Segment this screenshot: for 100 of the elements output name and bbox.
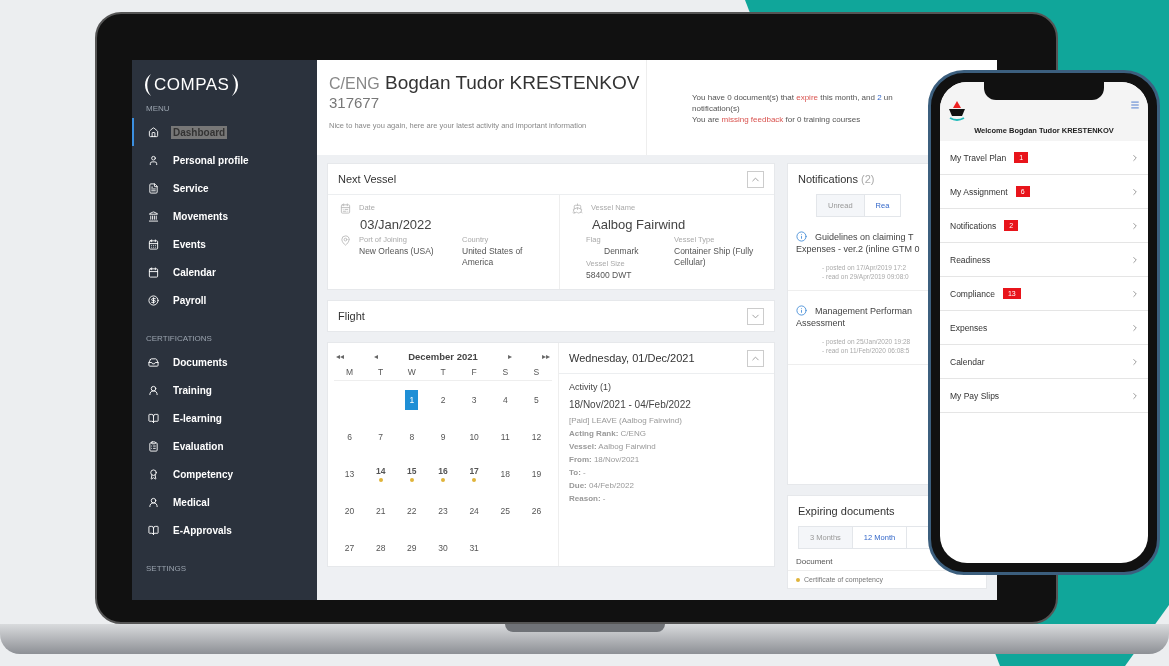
nav-item[interactable]: Evaluation	[132, 432, 317, 460]
nav-item[interactable]: Training	[132, 376, 317, 404]
nav-item[interactable]: Payroll	[132, 286, 317, 314]
award-icon	[148, 468, 159, 480]
calendar-day[interactable]: 24	[469, 505, 479, 516]
ship-icon	[572, 203, 583, 214]
activity-detail: Vessel: Aalbog Fairwind	[569, 442, 657, 451]
calendar-day[interactable]: 9	[440, 431, 446, 442]
home-icon	[148, 126, 159, 138]
activity-detail: To: -	[569, 468, 587, 477]
nav-item[interactable]: Service	[132, 174, 317, 202]
nav-item[interactable]: Events	[132, 230, 317, 258]
next-month-button[interactable]: ▸	[507, 352, 512, 361]
file-icon	[148, 182, 159, 194]
previous-month-button[interactable]: ◂	[374, 352, 379, 361]
nav-item[interactable]: E-Approvals	[132, 516, 317, 544]
next-year-button[interactable]: ▸▸	[541, 352, 550, 361]
weekday-label: M	[334, 364, 366, 381]
activity-detail: Due: 04/Feb/2022	[569, 481, 635, 490]
calendar-day[interactable]: 3	[471, 394, 477, 405]
card-title: Next Vessel	[338, 173, 397, 185]
calendar-icon	[148, 238, 159, 250]
logo-arc-icon	[142, 73, 152, 97]
calendar-day[interactable]: 17	[469, 465, 479, 476]
calendar-day[interactable]: 12	[531, 431, 542, 442]
calendar-day[interactable]: 13	[344, 468, 355, 479]
calendar-day[interactable]: 30	[438, 542, 448, 553]
logo-text: COMPAS	[154, 75, 230, 95]
calendar-day[interactable]: 28	[375, 542, 386, 553]
nav-item[interactable]: Competency	[132, 460, 317, 488]
card-title: Notifications (2)	[798, 173, 875, 185]
nav-item[interactable]: Documents	[132, 348, 317, 376]
calendar-day[interactable]: 14	[375, 465, 386, 476]
date-value: 03/Jan/2022	[359, 217, 433, 232]
nav-item[interactable]: E-learning	[132, 404, 317, 432]
chevron-right-icon	[1130, 288, 1140, 299]
calendar-day[interactable]: 7	[378, 431, 384, 442]
nav-item[interactable]: Personal profile	[132, 146, 317, 174]
calendar-day[interactable]: 29	[407, 542, 417, 553]
calendar-day[interactable]: 1	[405, 389, 419, 410]
card-title: Expiring documents	[798, 505, 895, 517]
field-value: 58400 DWT	[586, 270, 633, 281]
calendar-day[interactable]: 31	[469, 542, 479, 553]
calendar-day[interactable]: 18	[500, 468, 510, 479]
calendar-day[interactable]: 8	[409, 431, 415, 442]
calendar-day[interactable]: 20	[344, 505, 355, 516]
nav-item[interactable]: Movements	[132, 202, 317, 230]
collapse-button[interactable]	[747, 170, 764, 188]
weekday-label: F	[458, 364, 490, 381]
clipboard-icon	[148, 440, 159, 452]
menu-item[interactable]: My Pay Slips	[940, 379, 1148, 413]
person-icon	[148, 384, 159, 396]
calendar-day[interactable]: 27	[344, 542, 355, 553]
month-title: December 2021	[408, 351, 478, 362]
chevron-right-icon	[1130, 356, 1140, 367]
card-title: Flight	[338, 310, 365, 322]
chevron-right-icon	[1130, 186, 1140, 197]
menu-icon[interactable]	[1130, 100, 1140, 110]
calendar-day[interactable]: 10	[469, 431, 479, 442]
status-dot	[796, 577, 800, 582]
nav-item[interactable]: Medical	[132, 488, 317, 516]
notification-title: Management Performan	[815, 305, 913, 316]
calendar-day[interactable]: 15	[407, 465, 417, 476]
collapse-button[interactable]	[747, 307, 764, 325]
notification-title: Expenses - ver.2 (inline GTM 0	[796, 244, 921, 254]
calendar-day[interactable]: 5	[534, 394, 539, 405]
activity-detail: [Paid] LEAVE (Aalbog Fairwind)	[569, 416, 683, 425]
calendar-day[interactable]: 6	[347, 431, 352, 442]
info-icon	[796, 231, 807, 242]
field-value: New Orleans (USA)	[359, 246, 435, 257]
weekday-label: T	[427, 364, 459, 381]
calendar-day[interactable]: 11	[500, 431, 510, 442]
notification-title: Guidelines on claiming T	[815, 231, 914, 242]
card-title: Wednesday, 01/Dec/2021	[569, 352, 695, 364]
nav-item[interactable]: Calendar	[132, 258, 317, 286]
calendar-day[interactable]: 16	[438, 465, 448, 476]
activity-detail: From: 18/Nov/2021	[569, 455, 641, 464]
calendar-day[interactable]: 22	[407, 505, 417, 516]
notification-title: Assessment	[796, 318, 847, 328]
notice-text: You are missing feedback for 0 training courses	[692, 114, 862, 125]
calendar-day[interactable]: 4	[502, 394, 508, 405]
person-icon	[148, 496, 159, 508]
inbox-icon	[148, 356, 159, 368]
previous-year-button[interactable]: ◂◂	[336, 352, 344, 361]
calendar-day[interactable]: 21	[375, 505, 386, 516]
calendar-day[interactable]: 25	[500, 505, 510, 516]
section-title: SETTINGS	[145, 563, 187, 575]
menu-item[interactable]: Expenses	[940, 311, 1148, 345]
calendar-day[interactable]: 26	[531, 505, 542, 516]
menu-item[interactable]: Calendar	[940, 345, 1148, 379]
menu-item[interactable]: Readiness	[940, 243, 1148, 277]
calendar-day[interactable]: 19	[531, 468, 542, 479]
building-icon	[148, 210, 159, 222]
dollar-icon	[148, 294, 159, 306]
collapse-button[interactable]	[747, 349, 764, 367]
calendar-day[interactable]: 23	[438, 505, 448, 516]
chevron-right-icon	[1130, 390, 1140, 401]
chevron-right-icon	[1130, 220, 1140, 231]
vessel-name: Aalbog Fairwind	[591, 217, 687, 232]
calendar-day[interactable]: 2	[440, 394, 446, 405]
